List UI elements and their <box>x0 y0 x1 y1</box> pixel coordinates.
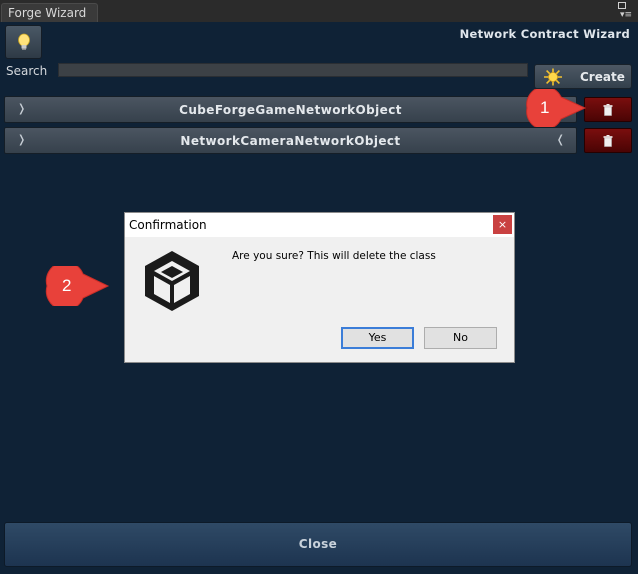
editor-tab-strip: Forge Wizard ▾≡ <box>0 0 638 23</box>
sun-icon <box>544 68 562 86</box>
class-name: CubeForgeGameNetworkObject <box>179 103 402 117</box>
search-label: Search <box>6 64 48 78</box>
class-row[interactable]: ❭ CubeForgeGameNetworkObject <box>4 96 577 123</box>
menu-icon[interactable]: ▾≡ <box>620 11 632 20</box>
dialog-message: Are you sure? This will delete the class <box>232 250 436 262</box>
callout-shape <box>45 261 110 311</box>
trash-icon <box>603 103 613 116</box>
close-icon[interactable]: × <box>493 215 512 234</box>
callout-marker-2: 2 <box>44 261 110 311</box>
class-row[interactable]: ❭ NetworkCameraNetworkObject ❬ <box>4 127 577 154</box>
no-button[interactable]: No <box>424 327 497 349</box>
yes-button[interactable]: Yes <box>341 327 414 349</box>
confirmation-dialog: Confirmation × Are you sure? This will d… <box>124 212 515 363</box>
callout-number: 1 <box>540 98 550 117</box>
search-input[interactable] <box>58 63 528 77</box>
dialog-title: Confirmation <box>129 218 207 232</box>
class-name: NetworkCameraNetworkObject <box>180 134 401 148</box>
callout-number: 2 <box>62 276 72 295</box>
window-controls: ▾≡ <box>612 0 632 20</box>
lightbulb-button[interactable] <box>5 25 42 59</box>
close-button[interactable]: Close <box>4 522 632 567</box>
trash-icon <box>603 134 613 147</box>
create-button[interactable]: Create <box>534 64 632 89</box>
create-button-label: Create <box>580 70 625 84</box>
callout-shape <box>526 86 587 130</box>
delete-class-button[interactable] <box>584 128 632 153</box>
tab-forge-wizard[interactable]: Forge Wizard <box>1 3 98 22</box>
delete-class-button[interactable] <box>584 97 632 122</box>
chevron-left-icon: ❬ <box>555 133 565 146</box>
unity-logo-icon <box>141 249 203 317</box>
dialog-titlebar: Confirmation × <box>125 213 514 237</box>
maximize-icon[interactable] <box>618 2 626 9</box>
page-title: Network Contract Wizard <box>459 27 630 41</box>
lightbulb-icon <box>17 33 30 50</box>
callout-marker-1: 1 <box>523 86 587 130</box>
